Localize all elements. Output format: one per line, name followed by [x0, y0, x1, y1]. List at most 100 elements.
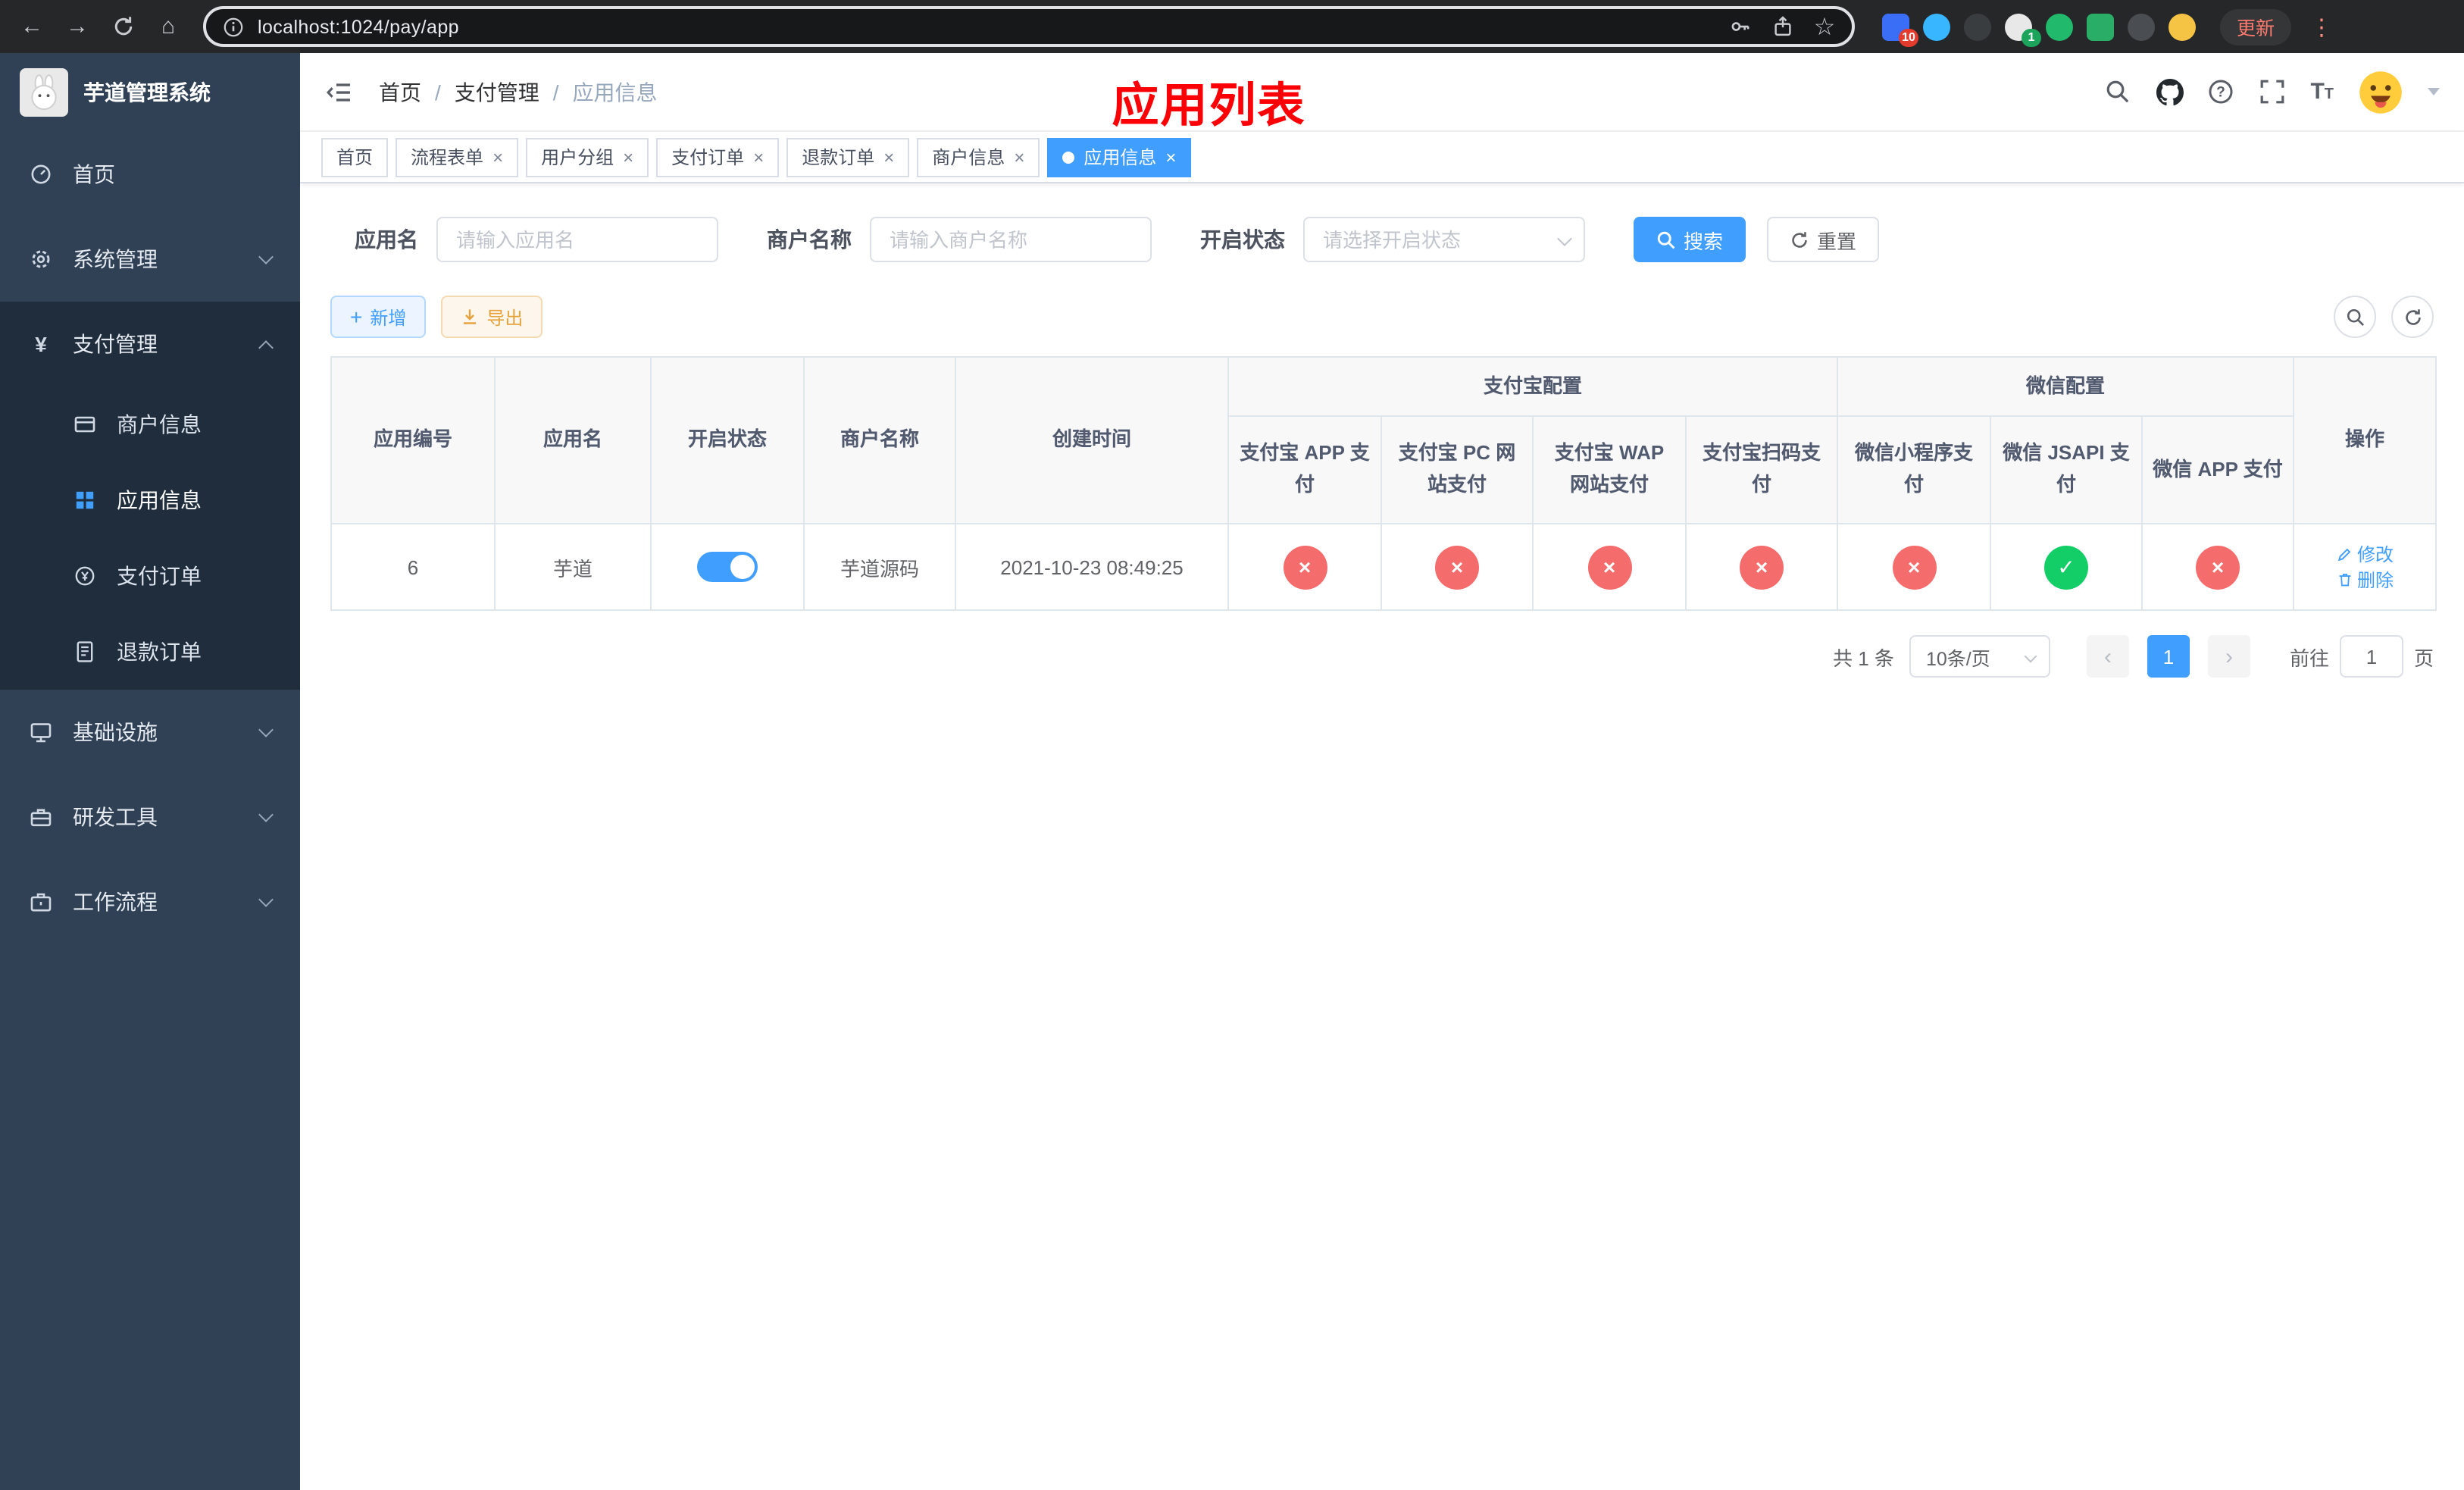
tab-app-info[interactable]: 应用信息 × [1047, 137, 1192, 177]
close-icon[interactable]: × [1014, 148, 1024, 166]
bookmark-star-icon[interactable]: ☆ [1812, 14, 1837, 40]
export-button-label: 导出 [486, 307, 524, 328]
pay-order-icon [73, 564, 97, 588]
tab-user-group[interactable]: 用户分组 × [526, 137, 649, 177]
delete-link[interactable]: 删除 [2336, 567, 2394, 593]
tab-payment-orders[interactable]: 支付订单 × [656, 137, 780, 177]
password-key-icon[interactable] [1728, 14, 1752, 39]
tab-refund-orders[interactable]: 退款订单 × [786, 137, 910, 177]
delete-label: 删除 [2357, 570, 2394, 591]
search-button[interactable]: 搜索 [1634, 217, 1746, 262]
fullscreen-icon[interactable] [2259, 78, 2286, 105]
browser-menu-icon[interactable]: ⋮ [2309, 13, 2334, 40]
extension-icon[interactable] [2087, 13, 2114, 40]
github-icon[interactable] [2156, 78, 2184, 105]
user-avatar[interactable] [2358, 69, 2403, 114]
close-icon[interactable]: × [1165, 148, 1176, 166]
close-icon[interactable]: × [492, 148, 503, 166]
sidebar-item-system[interactable]: 系统管理 [0, 217, 300, 302]
app-name-input[interactable] [436, 217, 718, 262]
profile-extension-icon[interactable]: 1 [2005, 13, 2041, 46]
breadcrumb-home[interactable]: 首页 [379, 77, 421, 107]
alipay-qr-status-icon: × [1740, 545, 1784, 589]
site-info-icon[interactable] [221, 14, 245, 39]
user-menu-caret-icon[interactable] [2428, 88, 2440, 95]
col-header-app-id: 应用编号 [330, 356, 496, 524]
page-number-button[interactable]: 1 [2147, 635, 2190, 678]
merchant-name-input[interactable] [870, 217, 1152, 262]
extension-icon[interactable] [2046, 13, 2073, 40]
goto-page-input[interactable] [2339, 635, 2403, 678]
sidebar-item-workflow[interactable]: 工作流程 [0, 859, 300, 944]
close-icon[interactable]: × [753, 148, 764, 166]
status-select[interactable] [1303, 217, 1585, 262]
col-header-wechat-jsapi: 微信 JSAPI 支付 [1990, 415, 2143, 524]
extension-icon[interactable]: 10 [1882, 13, 1918, 46]
pin-extension-icon[interactable] [2128, 13, 2155, 40]
browser-update-button[interactable]: 更新 [2220, 8, 2292, 45]
chevron-down-icon [2024, 650, 2037, 663]
export-button[interactable]: 导出 [441, 296, 543, 338]
status-select-input[interactable] [1303, 217, 1585, 262]
filter-label: 商户名称 [767, 227, 852, 252]
sidebar-item-merchant-info[interactable]: 商户信息 [0, 387, 300, 462]
col-header-alipay-wap: 支付宝 WAP 网站支付 [1532, 415, 1687, 524]
page-size-select[interactable]: 10条/页 [1909, 635, 2050, 678]
font-size-icon[interactable]: TT [2310, 80, 2334, 103]
reload-icon[interactable] [103, 7, 142, 46]
plus-icon: + [350, 305, 363, 329]
sidebar-item-payment-orders[interactable]: 支付订单 [0, 538, 300, 614]
tab-merchant-info[interactable]: 商户信息 × [917, 137, 1040, 177]
extensions-area: 10 1 [1882, 13, 2196, 46]
prev-page-button[interactable]: ‹ [2086, 635, 2129, 678]
tab-label: 流程表单 [411, 147, 484, 168]
home-icon[interactable]: ⌂ [149, 7, 188, 46]
breadcrumb-current: 应用信息 [572, 80, 658, 104]
sidebar-item-refund-orders[interactable]: 退款订单 [0, 614, 300, 690]
forward-icon[interactable]: → [58, 7, 97, 46]
sidebar-item-label: 支付管理 [73, 332, 158, 356]
tab-process-form[interactable]: 流程表单 × [396, 137, 519, 177]
extension-icon[interactable] [1923, 13, 1950, 40]
grid-icon [73, 488, 97, 512]
toggle-search-icon[interactable] [2334, 296, 2376, 338]
enabled-toggle[interactable] [697, 552, 758, 582]
edit-link[interactable]: 修改 [2336, 541, 2394, 567]
filter-bar: 应用名 商户名称 开启状态 [330, 217, 2434, 262]
add-button[interactable]: + 新增 [330, 296, 427, 338]
breadcrumb-payment[interactable]: 支付管理 [455, 77, 539, 107]
share-icon[interactable] [1770, 14, 1794, 39]
breadcrumb-separator: / [552, 80, 559, 104]
chevron-down-icon [258, 807, 274, 822]
sidebar-item-infrastructure[interactable]: 基础设施 [0, 690, 300, 775]
refresh-table-icon[interactable] [2391, 296, 2434, 338]
collapse-sidebar-icon[interactable] [324, 77, 355, 107]
help-icon[interactable]: ? [2207, 78, 2234, 105]
next-page-button[interactable]: › [2207, 635, 2250, 678]
col-header-wechat-app: 微信 APP 支付 [2141, 415, 2295, 524]
avatar-extension-icon[interactable] [2169, 13, 2196, 40]
sidebar-item-app-info[interactable]: 应用信息 [0, 462, 300, 538]
tab-label: 用户分组 [541, 147, 614, 168]
add-button-label: 新增 [370, 307, 407, 328]
url-text[interactable]: localhost:1024/pay/app [258, 16, 1715, 37]
pencil-icon [2337, 548, 2350, 562]
back-icon[interactable]: ← [12, 7, 52, 46]
monitor-icon [29, 720, 53, 744]
sidebar-item-dev-tools[interactable]: 研发工具 [0, 775, 300, 859]
search-icon[interactable] [2104, 78, 2131, 105]
reset-button[interactable]: 重置 [1767, 217, 1880, 262]
sidebar-item-label: 商户信息 [117, 412, 202, 437]
address-bar[interactable]: localhost:1024/pay/app ☆ [203, 6, 1855, 47]
tags-view-bar: 首页 流程表单 × 用户分组 × 支付订单 × 退款订单 × 商户信息 × 应用信息 × [300, 132, 2464, 183]
app-title: 芋道管理系统 [83, 80, 211, 105]
sidebar-item-payment[interactable]: ¥ 支付管理 [0, 302, 300, 387]
close-icon[interactable]: × [623, 148, 633, 166]
tab-home[interactable]: 首页 [321, 137, 389, 177]
sidebar-item-home[interactable]: 首页 [0, 132, 300, 217]
filter-label: 开启状态 [1200, 227, 1285, 252]
close-icon[interactable]: × [883, 148, 894, 166]
extension-icon[interactable] [1964, 13, 1991, 40]
briefcase-icon [29, 890, 53, 914]
col-header-alipay-pc: 支付宝 PC 网站支付 [1381, 415, 1534, 524]
